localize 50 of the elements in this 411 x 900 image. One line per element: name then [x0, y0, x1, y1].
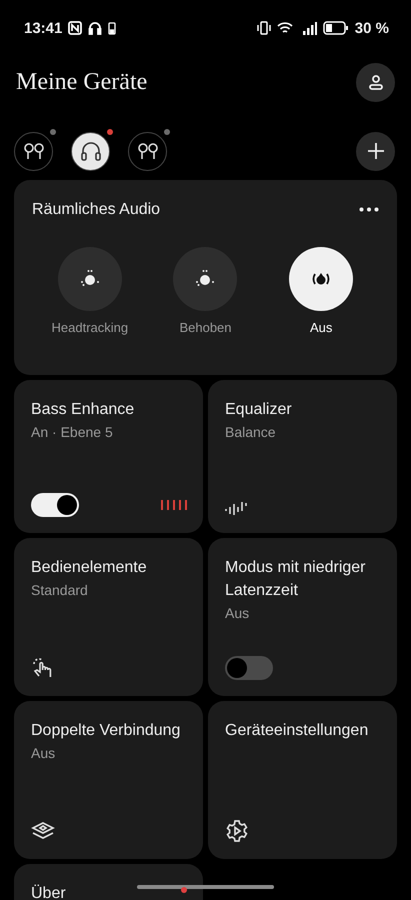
- headphones-icon: [88, 21, 102, 35]
- battery-percentage: 30 %: [354, 20, 389, 36]
- earbuds-icon: [136, 142, 158, 160]
- head-tracking-icon: [78, 269, 101, 289]
- tile-title: Modus mit niedriger Latenzzeit: [225, 558, 366, 601]
- tile-subtitle: Aus: [31, 744, 56, 763]
- more-icon[interactable]: [359, 207, 379, 212]
- fixed-audio-icon: [194, 269, 216, 289]
- device-button[interactable]: [128, 132, 167, 170]
- nfc-icon: [68, 21, 82, 35]
- level-bars-icon: [161, 500, 187, 510]
- tile-subtitle: Standard: [31, 581, 89, 600]
- headphones-icon: [80, 141, 102, 161]
- plus-icon: [366, 142, 384, 160]
- device-button[interactable]: [71, 132, 110, 170]
- tile-subtitle: Aus: [225, 604, 250, 623]
- tile-subtitle: An · Ebene 5: [31, 423, 114, 442]
- tile-title: Bass Enhance: [31, 400, 134, 420]
- profile-button[interactable]: [356, 62, 395, 102]
- card-title: Räumliches Audio: [32, 200, 160, 220]
- settings-tile[interactable]: Modus mit niedriger Latenzzeit Aus: [208, 538, 397, 696]
- settings-tile[interactable]: Equalizer Balance: [208, 380, 397, 533]
- battery-icon: [322, 21, 349, 35]
- page-title: Meine Geräte: [16, 68, 148, 96]
- person-icon: [368, 74, 384, 90]
- tile-subtitle: Balance: [225, 423, 277, 442]
- tile-title: Bedienelemente: [31, 558, 147, 578]
- toggle-switch[interactable]: [31, 493, 79, 517]
- mode-option[interactable]: Aus: [271, 247, 372, 335]
- toggle-switch[interactable]: [225, 656, 273, 680]
- wifi-icon: [276, 22, 293, 34]
- tile-title: Über: [31, 884, 66, 900]
- settings-tile[interactable]: Geräteeinstellungen: [208, 701, 397, 859]
- settings-icon: [225, 819, 249, 843]
- add-button[interactable]: [356, 132, 395, 170]
- tile-title: Doppelte Verbindung: [31, 721, 180, 741]
- tile-title: Equalizer: [225, 400, 292, 420]
- mode-option[interactable]: Behoben: [155, 247, 256, 335]
- status-time: 13:41: [24, 20, 62, 36]
- equalizer-icon: [225, 501, 247, 517]
- settings-tile[interactable]: Über: [14, 864, 203, 900]
- earbuds-icon: [22, 142, 44, 160]
- mode-option[interactable]: Headtracking: [40, 247, 140, 335]
- settings-tile[interactable]: Bass Enhance An · Ebene 5: [14, 380, 203, 533]
- settings-tile[interactable]: Bedienelemente Standard: [14, 538, 203, 696]
- device-button[interactable]: [14, 132, 53, 170]
- vibrate-icon: [256, 21, 271, 35]
- settings-tile[interactable]: Doppelte Verbindung Aus: [14, 701, 203, 859]
- tile-title: Geräteeinstellungen: [225, 721, 368, 741]
- battery-small-icon: [108, 21, 116, 35]
